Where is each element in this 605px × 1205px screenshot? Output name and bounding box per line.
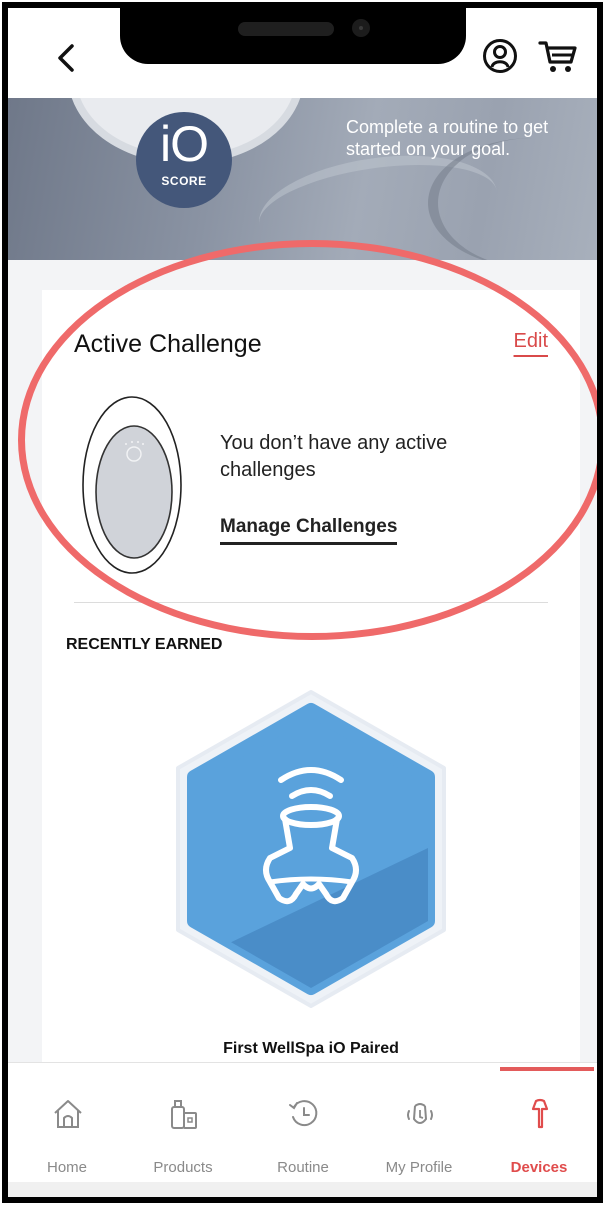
no-challenges-message: You don’t have any active challenges <box>220 432 448 481</box>
profile-icon <box>407 1103 433 1124</box>
phone-screen: iO SCORE Complete a routine to get start… <box>2 2 603 1203</box>
io-score-badge[interactable]: iO SCORE <box>136 112 232 208</box>
device-illustration <box>82 396 182 574</box>
nav-label: Routine <box>277 1159 329 1176</box>
speaker-grille <box>238 22 334 36</box>
account-icon[interactable] <box>482 38 518 74</box>
products-icon <box>171 1100 197 1129</box>
nav-label: Products <box>153 1159 213 1176</box>
nav-devices[interactable]: Devices <box>480 1063 597 1183</box>
top-bar <box>8 8 597 98</box>
badge-name: First WellSpa iO Paired <box>223 1040 399 1057</box>
front-camera <box>352 19 370 37</box>
device-notch <box>120 8 466 64</box>
back-chevron-icon[interactable] <box>46 38 86 78</box>
section-divider <box>74 602 548 603</box>
challenge-card: Active Challenge Edit You don’t have any… <box>42 290 580 1070</box>
device-icon <box>531 1098 549 1129</box>
home-indicator-area <box>8 1182 597 1197</box>
nav-label: Devices <box>510 1159 568 1176</box>
hero-banner: iO SCORE Complete a routine to get start… <box>8 98 597 260</box>
nav-home[interactable]: Home <box>8 1063 126 1183</box>
nav-routine[interactable]: Routine <box>244 1063 362 1183</box>
bottom-nav: Home Products Routine My Profile Devices <box>8 1062 597 1183</box>
nav-label: Home <box>46 1159 87 1176</box>
main-content: Active Challenge Edit You don’t have any… <box>8 260 597 1070</box>
routine-icon <box>289 1100 318 1127</box>
edit-link[interactable]: Edit <box>514 330 548 353</box>
io-score-sublabel: SCORE <box>161 174 207 188</box>
nav-products[interactable]: Products <box>124 1063 242 1183</box>
manage-challenges-link[interactable]: Manage Challenges <box>220 516 398 545</box>
active-challenge-title: Active Challenge <box>74 330 262 358</box>
home-icon <box>54 1100 82 1128</box>
io-score-label: iO <box>160 116 209 172</box>
achievement-badge-icon[interactable] <box>166 688 456 1010</box>
nav-my-profile[interactable]: My Profile <box>360 1063 478 1183</box>
recently-earned-heading: RECENTLY EARNED <box>66 636 223 653</box>
hero-message: Complete a routine to get started on you… <box>346 117 549 159</box>
cart-icon[interactable] <box>538 38 578 74</box>
nav-label: My Profile <box>385 1159 453 1176</box>
